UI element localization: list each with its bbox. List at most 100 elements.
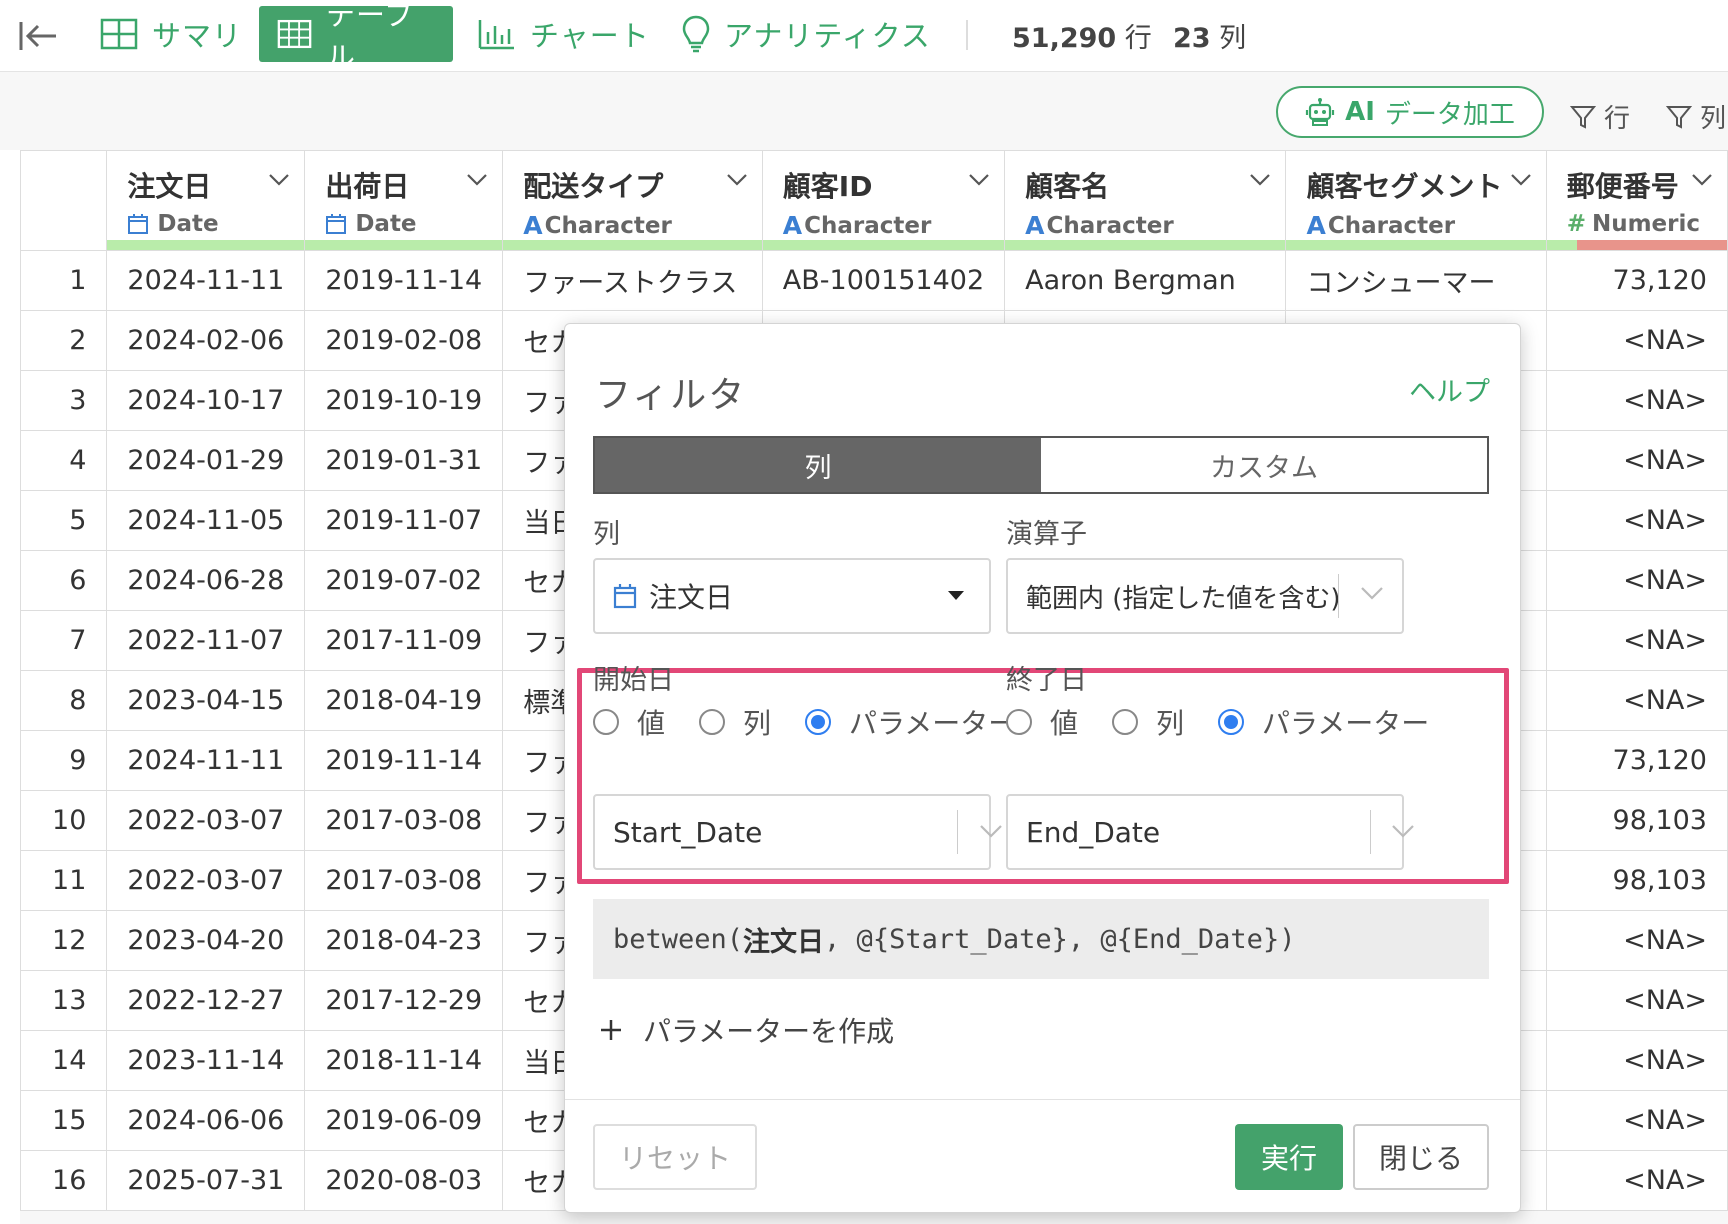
chevron-down-icon[interactable]: [268, 173, 290, 187]
row-number[interactable]: 4: [19, 430, 108, 491]
table-cell[interactable]: <NA>: [1545, 1150, 1728, 1211]
table-cell[interactable]: 2017-03-08: [304, 790, 504, 851]
collapse-left-icon[interactable]: [18, 18, 58, 54]
operator-select[interactable]: 範囲内 (指定した値を含む): [1006, 558, 1404, 634]
column-select[interactable]: 注文日: [593, 558, 991, 634]
table-cell[interactable]: 2017-12-29: [304, 970, 504, 1031]
table-cell[interactable]: 2024-11-11: [106, 250, 306, 311]
column-header[interactable]: 配送タイプ A Character: [502, 150, 763, 251]
table-cell[interactable]: 2023-11-14: [106, 1030, 306, 1091]
chevron-down-icon[interactable]: [726, 173, 748, 187]
end-radio-column[interactable]: [1112, 709, 1139, 735]
table-cell[interactable]: 2024-11-11: [106, 730, 306, 791]
table-cell[interactable]: 2024-10-17: [106, 370, 306, 431]
table-cell[interactable]: 98,103: [1545, 850, 1728, 911]
table-cell[interactable]: 2018-04-19: [304, 670, 504, 731]
chevron-down-icon[interactable]: [1510, 173, 1532, 187]
create-parameter-link[interactable]: パラメーターを作成: [599, 1010, 894, 1050]
row-number[interactable]: 13: [19, 970, 108, 1031]
table-cell[interactable]: 2025-07-31: [106, 1150, 306, 1211]
tab-summary[interactable]: サマリ: [82, 6, 260, 62]
chevron-down-icon[interactable]: [968, 173, 990, 187]
column-header[interactable]: 出荷日 Date: [304, 150, 504, 251]
tab-chart[interactable]: チャート: [460, 6, 668, 62]
table-cell[interactable]: Aaron Bergman: [1004, 250, 1287, 311]
row-number[interactable]: 3: [19, 370, 108, 431]
table-cell[interactable]: 2022-03-07: [106, 790, 306, 851]
mode-custom-button[interactable]: カスタム: [1041, 438, 1487, 492]
row-number[interactable]: 14: [19, 1030, 108, 1091]
row-number[interactable]: 2: [19, 310, 108, 371]
table-cell[interactable]: 2022-11-07: [106, 610, 306, 671]
table-cell[interactable]: 2017-03-08: [304, 850, 504, 911]
table-cell[interactable]: 2019-06-09: [304, 1090, 504, 1151]
table-cell[interactable]: 2019-10-19: [304, 370, 504, 431]
end-radio-value[interactable]: [1006, 709, 1032, 735]
ai-data-wrangling-button[interactable]: AI データ加工: [1276, 86, 1544, 138]
close-button[interactable]: 閉じる: [1353, 1124, 1489, 1190]
table-cell[interactable]: 2024-02-06: [106, 310, 306, 371]
table-cell[interactable]: 2023-04-20: [106, 910, 306, 971]
row-number[interactable]: 1: [19, 250, 108, 311]
start-radio-value[interactable]: [593, 709, 619, 735]
table-cell[interactable]: 2024-06-28: [106, 550, 306, 611]
table-cell[interactable]: <NA>: [1545, 610, 1728, 671]
table-cell[interactable]: <NA>: [1545, 490, 1728, 551]
table-cell[interactable]: <NA>: [1545, 970, 1728, 1031]
end-parameter-select[interactable]: End_Date: [1006, 794, 1404, 870]
table-cell[interactable]: <NA>: [1545, 310, 1728, 371]
row-number[interactable]: 7: [19, 610, 108, 671]
mode-column-button[interactable]: 列: [595, 438, 1041, 492]
table-cell[interactable]: 2023-04-15: [106, 670, 306, 731]
table-cell[interactable]: AB-100151402: [761, 250, 1006, 311]
column-header[interactable]: 顧客セグメント A Character: [1285, 150, 1547, 251]
chevron-down-icon[interactable]: [466, 173, 488, 187]
column-header[interactable]: 注文日 Date: [106, 150, 306, 251]
row-number[interactable]: 8: [19, 670, 108, 731]
start-radio-column[interactable]: [699, 709, 726, 735]
table-cell[interactable]: 2022-03-07: [106, 850, 306, 911]
column-header[interactable]: 顧客ID A Character: [761, 150, 1006, 251]
table-cell[interactable]: 2020-08-03: [304, 1150, 504, 1211]
table-cell[interactable]: 2019-11-07: [304, 490, 504, 551]
row-number[interactable]: 15: [19, 1090, 108, 1151]
table-cell[interactable]: <NA>: [1545, 550, 1728, 611]
table-cell[interactable]: 73,120: [1545, 730, 1728, 791]
end-radio-parameter[interactable]: [1218, 709, 1245, 735]
table-cell[interactable]: 98,103: [1545, 790, 1728, 851]
row-number[interactable]: 6: [19, 550, 108, 611]
table-cell[interactable]: 73,120: [1545, 250, 1728, 311]
table-cell[interactable]: 2024-01-29: [106, 430, 306, 491]
row-number[interactable]: 16: [19, 1150, 108, 1211]
chevron-down-icon[interactable]: [1249, 173, 1271, 187]
table-cell[interactable]: 2017-11-09: [304, 610, 504, 671]
table-cell[interactable]: コンシューマー: [1285, 250, 1547, 311]
row-number[interactable]: 9: [19, 730, 108, 791]
table-cell[interactable]: 2018-04-23: [304, 910, 504, 971]
table-cell[interactable]: ファーストクラス: [502, 250, 763, 311]
table-cell[interactable]: 2019-11-14: [304, 730, 504, 791]
table-cell[interactable]: 2019-01-31: [304, 430, 504, 491]
table-cell[interactable]: <NA>: [1545, 1090, 1728, 1151]
column-header[interactable]: 郵便番号 # Numeric: [1545, 150, 1728, 251]
reset-button[interactable]: リセット: [593, 1124, 757, 1190]
table-cell[interactable]: 2022-12-27: [106, 970, 306, 1031]
table-cell[interactable]: <NA>: [1545, 670, 1728, 731]
table-cell[interactable]: 2019-02-08: [304, 310, 504, 371]
table-cell[interactable]: 2019-11-14: [304, 250, 504, 311]
table-cell[interactable]: 2024-11-05: [106, 490, 306, 551]
row-number[interactable]: 12: [19, 910, 108, 971]
chevron-down-icon[interactable]: [1691, 173, 1713, 187]
row-number[interactable]: 10: [19, 790, 108, 851]
table-cell[interactable]: <NA>: [1545, 910, 1728, 971]
start-radio-parameter[interactable]: [805, 709, 832, 735]
column-filter-button[interactable]: 列: [1666, 98, 1726, 135]
start-parameter-select[interactable]: Start_Date: [593, 794, 991, 870]
help-link[interactable]: ヘルプ: [1409, 370, 1490, 409]
tab-analytics[interactable]: アナリティクス: [664, 6, 949, 62]
table-cell[interactable]: 2024-06-06: [106, 1090, 306, 1151]
table-cell[interactable]: <NA>: [1545, 370, 1728, 431]
table-cell[interactable]: 2018-11-14: [304, 1030, 504, 1091]
table-cell[interactable]: <NA>: [1545, 430, 1728, 491]
row-number[interactable]: 5: [19, 490, 108, 551]
